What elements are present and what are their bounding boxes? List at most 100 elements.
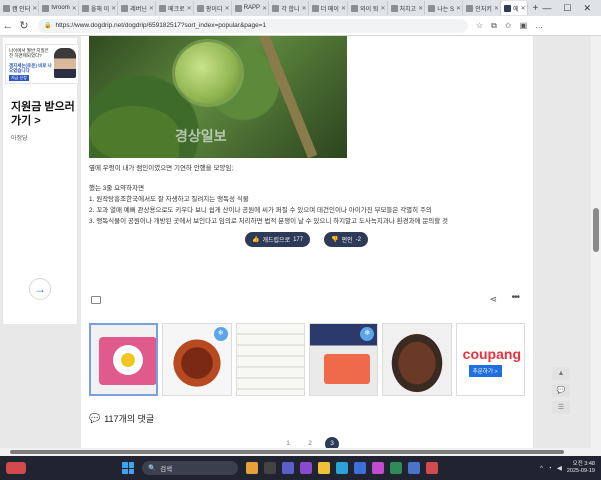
extensions-icon[interactable]: ⧉ bbox=[491, 21, 497, 31]
close-tab-icon[interactable]: ✕ bbox=[149, 5, 154, 12]
star-icon[interactable]: ☆ bbox=[476, 21, 483, 31]
app-icon[interactable] bbox=[372, 462, 384, 474]
browser-tab[interactable]: 와이 퇴 ✕ bbox=[348, 1, 388, 15]
product-item-fish[interactable]: ❄ bbox=[309, 323, 379, 396]
close-tab-icon[interactable]: ✕ bbox=[494, 5, 499, 12]
close-tab-icon[interactable]: ✕ bbox=[418, 5, 423, 12]
fish-shape bbox=[324, 354, 371, 384]
product-item-flower-mat[interactable] bbox=[89, 323, 159, 396]
app-icon[interactable] bbox=[426, 462, 438, 474]
minimize-icon[interactable]: — bbox=[542, 3, 551, 14]
upvote-label: 개드립으로 bbox=[262, 238, 291, 244]
close-tab-icon[interactable]: ✕ bbox=[72, 5, 77, 12]
close-tab-icon[interactable]: ✕ bbox=[302, 5, 307, 12]
vertical-scrollbar[interactable] bbox=[591, 36, 601, 448]
close-window-icon[interactable]: ✕ bbox=[583, 3, 591, 14]
snowflake-icon: ❄ bbox=[360, 327, 375, 341]
favicon-icon bbox=[351, 4, 359, 12]
more-icon[interactable]: … bbox=[535, 21, 543, 31]
floating-buttons: ▲ 💬 ☰ bbox=[552, 367, 570, 414]
scroll-top-icon[interactable]: ▲ bbox=[552, 367, 570, 380]
browser-tab[interactable]: 메크로 ✕ bbox=[156, 1, 194, 15]
browser-tab-active[interactable]: 에 ✕ bbox=[501, 1, 529, 15]
close-tab-icon[interactable]: ✕ bbox=[32, 5, 37, 12]
new-tab-button[interactable]: + bbox=[528, 3, 542, 14]
ad-banner-button[interactable]: 지금 신청 bbox=[9, 75, 29, 81]
refresh-icon[interactable]: ↻ bbox=[16, 19, 32, 32]
teams-icon[interactable] bbox=[282, 462, 294, 474]
ad-banner[interactable]: 나이에서 월반 치질은 전 하면제되었다? 겜지세는(로운) 비로 나오였습니다… bbox=[5, 44, 79, 84]
clock[interactable]: 오전 3:48 2025-09-19 bbox=[567, 461, 595, 475]
coupang-cta-button[interactable]: 추문하기 > bbox=[468, 365, 502, 377]
wifi-icon[interactable]: ◔ bbox=[548, 465, 552, 472]
chevron-up-icon[interactable]: ^ bbox=[540, 465, 543, 472]
product-item-meat[interactable] bbox=[382, 323, 452, 396]
url-field[interactable]: 🔒 https://www.dogdrip.net/dogdrip/659182… bbox=[38, 18, 468, 33]
close-tab-icon[interactable]: ✕ bbox=[224, 5, 229, 12]
store-icon[interactable] bbox=[354, 462, 366, 474]
post-body: 했는 3줄 요약하자면 1. 원작탕흥조한국에서도 잘 자생하고 질려지는 맹독… bbox=[89, 182, 529, 226]
clock-date: 2025-09-19 bbox=[566, 468, 595, 474]
list-icon[interactable] bbox=[91, 296, 101, 304]
comments-header: 💬 117개의 댓글 bbox=[89, 412, 154, 425]
app-icon[interactable] bbox=[408, 462, 420, 474]
edge-icon[interactable] bbox=[336, 462, 348, 474]
favorites-icon[interactable]: ✩ bbox=[505, 21, 512, 31]
share-icon[interactable]: ⋖ bbox=[489, 294, 497, 305]
close-tab-icon[interactable]: ✕ bbox=[380, 5, 385, 12]
close-tab-icon[interactable]: ✕ bbox=[456, 5, 461, 12]
volume-icon[interactable]: ◀ bbox=[557, 464, 562, 472]
browser-tab[interactable]: 각 합니 ✕ bbox=[269, 1, 309, 15]
product-item-towels[interactable] bbox=[235, 323, 306, 396]
coupang-ad[interactable]: coupang 추문하기 > bbox=[455, 323, 525, 396]
browser-tab[interactable]: 처치고 ✕ bbox=[388, 1, 426, 15]
horizontal-scrollbar[interactable] bbox=[0, 448, 601, 456]
app-icon[interactable] bbox=[390, 462, 402, 474]
favicon-icon bbox=[42, 4, 50, 12]
collections-icon[interactable]: ▣ bbox=[520, 21, 528, 31]
ad-banner-line1: 나이에서 월반 치질은 전 하면제되었다? bbox=[9, 48, 49, 58]
downvote-button[interactable]: 👎 펀인 -2 bbox=[324, 232, 368, 247]
weather-widget-icon[interactable] bbox=[6, 462, 26, 474]
favicon-icon bbox=[390, 4, 398, 12]
browser-tab[interactable]: 레버닌 ✕ bbox=[118, 1, 157, 15]
close-tab-icon[interactable]: ✕ bbox=[521, 5, 526, 12]
task-view-icon[interactable] bbox=[264, 462, 276, 474]
close-tab-icon[interactable]: ✕ bbox=[187, 5, 192, 12]
close-tab-icon[interactable]: ✕ bbox=[111, 5, 116, 12]
comment-jump-icon[interactable]: 💬 bbox=[552, 384, 570, 397]
file-explorer-icon[interactable] bbox=[318, 462, 330, 474]
taskbar: 🔍 검색 ^ ◔ ◀ 오전 3:48 2025-09-19 bbox=[0, 456, 601, 480]
browser-tab[interactable]: RAPP ✕ bbox=[232, 1, 270, 15]
browser-toolbar: ☆ ⧉ ✩ ▣ … bbox=[476, 21, 543, 31]
close-tab-icon[interactable]: ✕ bbox=[341, 5, 346, 12]
left-ad-panel[interactable]: 나이에서 월반 치질은 전 하면제되었다? 겜지세는(로운) 비로 나오였습니다… bbox=[3, 38, 79, 324]
arrow-right-icon[interactable]: → bbox=[29, 278, 51, 300]
tab-label: 인처키 bbox=[475, 6, 492, 13]
browser-tab[interactable]: 나는 S ✕ bbox=[425, 1, 464, 15]
widgets-icon[interactable] bbox=[246, 462, 258, 474]
browser-tab[interactable]: 팡이디 ✕ bbox=[194, 1, 232, 15]
list-jump-icon[interactable]: ☰ bbox=[552, 401, 570, 414]
comments-count: 117개의 댓글 bbox=[104, 414, 155, 424]
taskbar-search[interactable]: 🔍 검색 bbox=[142, 461, 238, 475]
upvote-button[interactable]: 👍 개드립으로 177 bbox=[245, 232, 311, 247]
browser-tab[interactable]: tvroom ✕ bbox=[39, 1, 79, 15]
back-icon[interactable]: ← bbox=[0, 20, 16, 32]
post-actions: ⋖ ••• bbox=[89, 292, 525, 306]
browser-tab[interactable]: 캠 인터 ✕ bbox=[0, 1, 40, 15]
browser-tab[interactable]: 올해 이 ✕ bbox=[79, 1, 119, 15]
vertical-scroll-thumb[interactable] bbox=[593, 208, 599, 252]
tab-label: 더 메이 bbox=[320, 6, 339, 13]
horizontal-scroll-thumb[interactable] bbox=[10, 450, 564, 454]
start-icon[interactable] bbox=[122, 462, 134, 474]
ad-title[interactable]: 지원금 받으러 가기 > bbox=[11, 100, 75, 128]
product-item-food[interactable]: ❄ bbox=[162, 323, 232, 396]
close-tab-icon[interactable]: ✕ bbox=[262, 5, 267, 12]
browser-tab[interactable]: 더 메이 ✕ bbox=[309, 1, 349, 15]
browser-tab[interactable]: 인처키 ✕ bbox=[463, 1, 502, 15]
more-options-icon[interactable]: ••• bbox=[511, 292, 519, 303]
maximize-icon[interactable]: ☐ bbox=[563, 3, 571, 14]
thumbs-down-icon: 👎 bbox=[331, 237, 339, 243]
app-icon[interactable] bbox=[300, 462, 312, 474]
